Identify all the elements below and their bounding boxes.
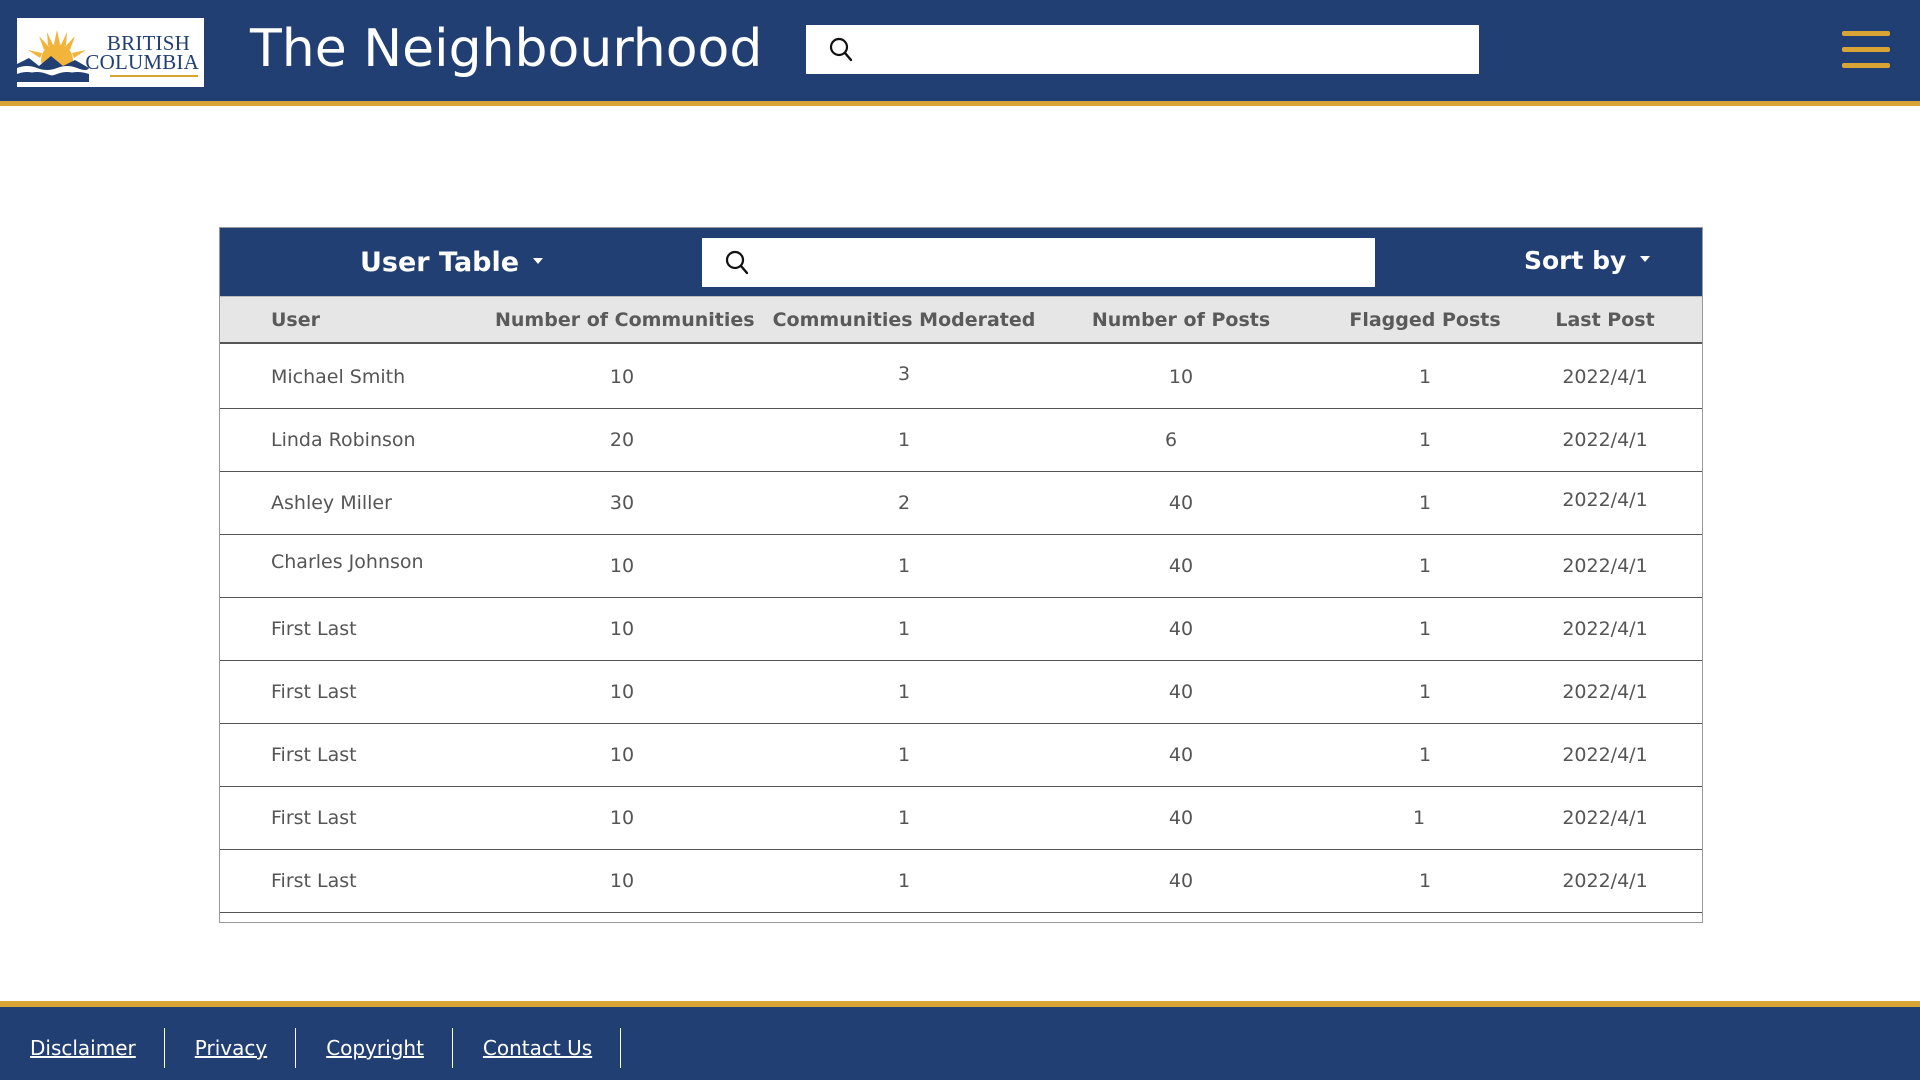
footer-link-privacy[interactable]: Privacy [165,1028,297,1068]
column-header-last-post[interactable]: Last Post [1534,305,1676,335]
cell-last-post: 2022/4/1 [1562,489,1648,511]
cell-posts: 40 [1168,492,1194,514]
column-header-posts[interactable]: Number of Posts [1050,305,1312,335]
column-header-communities[interactable]: Number of Communities [495,305,755,335]
cell-posts: 40 [1168,807,1194,829]
table-row[interactable]: Michael Smith 10 3 10 1 2022/4/1 [220,346,1702,409]
table-search-input[interactable] [762,238,1362,287]
cell-posts: 40 [1168,618,1194,640]
table-row[interactable]: Linda Robinson 20 1 6 1 2022/4/1 [220,409,1702,472]
header-search-input[interactable] [866,25,1466,74]
search-icon [725,250,749,275]
cell-last-post: 2022/4/1 [1562,870,1648,892]
cell-user: Charles Johnson [271,551,424,573]
table-row[interactable]: First Last 10 1 40 1 2022/4/1 [220,724,1702,787]
column-header-flagged[interactable]: Flagged Posts [1310,305,1540,335]
cell-flagged: 1 [1418,555,1432,577]
table-row[interactable]: First Last 10 1 40 1 2022/4/1 [220,850,1702,913]
column-header-moderated[interactable]: Communities Moderated [769,305,1039,335]
cell-moderated: 1 [897,744,911,766]
cell-posts: 40 [1168,555,1194,577]
user-table-card: User Table Sort by User Number of Commun… [219,227,1703,923]
footer-link-contact-us[interactable]: Contact Us [453,1028,622,1068]
chevron-down-icon [533,257,544,264]
cell-user: First Last [271,870,357,892]
logo-underline [110,75,198,77]
table-header-row: User Number of Communities Communities M… [220,296,1702,344]
cell-flagged: 1 [1418,618,1432,640]
cell-posts: 40 [1168,681,1194,703]
cell-user: First Last [271,807,357,829]
cell-last-post: 2022/4/1 [1562,366,1648,388]
footer-link-disclaimer[interactable]: Disclaimer [0,1028,165,1068]
cell-moderated: 3 [897,363,911,385]
table-type-label: User Table [360,247,520,278]
cell-user: Ashley Miller [271,492,392,514]
cell-last-post: 2022/4/1 [1562,807,1648,829]
table-row[interactable]: First Last 10 1 40 1 2022/4/1 [220,787,1702,850]
cell-flagged: 1 [1418,366,1432,388]
cell-communities: 10 [609,681,635,703]
cell-posts: 40 [1168,870,1194,892]
sort-by-dropdown[interactable]: Sort by [1524,241,1651,281]
cell-communities: 10 [609,555,635,577]
cell-communities: 30 [609,492,635,514]
table-search-box[interactable] [702,238,1375,287]
footer-link-copyright[interactable]: Copyright [296,1028,453,1068]
cell-last-post: 2022/4/1 [1562,618,1648,640]
sort-by-label: Sort by [1524,246,1627,275]
cell-posts: 10 [1168,366,1194,388]
cell-user: Linda Robinson [271,429,416,451]
cell-flagged: 1 [1418,681,1432,703]
cell-moderated: 1 [897,429,911,451]
bc-logo[interactable]: BRITISH COLUMBIA [17,18,204,87]
cell-communities: 10 [609,366,635,388]
cell-flagged: 1 [1418,492,1432,514]
cell-moderated: 1 [897,681,911,703]
logo-text-columbia: COLUMBIA [85,50,199,74]
cell-last-post: 2022/4/1 [1562,681,1648,703]
cell-flagged: 1 [1418,744,1432,766]
site-title: The Neighbourhood [250,19,763,79]
cell-moderated: 2 [897,492,911,514]
cell-user: First Last [271,681,357,703]
cell-moderated: 1 [897,555,911,577]
search-icon [829,37,853,62]
table-row[interactable]: Charles Johnson 10 1 40 1 2022/4/1 [220,535,1702,598]
table-toolbar: User Table Sort by [220,228,1702,296]
cell-communities: 20 [609,429,635,451]
column-header-user[interactable]: User [271,305,320,335]
cell-flagged: 1 [1418,429,1432,451]
table-row[interactable]: First Last 10 1 40 1 2022/4/1 [220,661,1702,724]
cell-last-post: 2022/4/1 [1562,744,1648,766]
table-type-dropdown[interactable]: User Table [360,243,544,283]
cell-flagged: 1 [1418,870,1432,892]
site-footer: Disclaimer Privacy Copyright Contact Us [0,1001,1920,1080]
cell-communities: 10 [609,870,635,892]
cell-user: First Last [271,744,357,766]
cell-user: First Last [271,618,357,640]
cell-communities: 10 [609,807,635,829]
cell-last-post: 2022/4/1 [1562,429,1648,451]
cell-moderated: 1 [897,807,911,829]
site-header: BRITISH COLUMBIA The Neighbourhood [0,0,1920,106]
cell-posts: 6 [1164,429,1178,451]
cell-flagged: 1 [1412,807,1426,829]
cell-moderated: 1 [897,618,911,640]
cell-posts: 40 [1168,744,1194,766]
cell-communities: 10 [609,744,635,766]
footer-nav: Disclaimer Privacy Copyright Contact Us [0,1027,622,1069]
cell-moderated: 1 [897,870,911,892]
chevron-down-icon [1640,256,1651,262]
table-row[interactable]: First Last 10 1 40 1 2022/4/1 [220,598,1702,661]
cell-last-post: 2022/4/1 [1562,555,1648,577]
cell-communities: 10 [609,618,635,640]
cell-user: Michael Smith [271,366,406,388]
header-search-box[interactable] [806,25,1479,74]
hamburger-menu-icon[interactable] [1838,28,1892,74]
table-row[interactable]: Ashley Miller 30 2 40 1 2022/4/1 [220,472,1702,535]
